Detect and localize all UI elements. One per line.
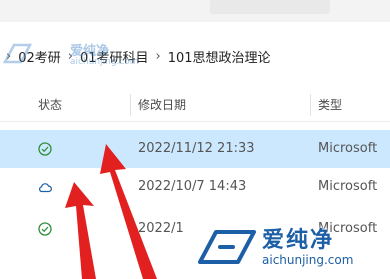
file-type: Microsoft [318,179,378,194]
file-row[interactable]: 2022/11/12 21:33 Microsoft [0,130,390,168]
column-header-modified[interactable]: 修改日期 [138,88,186,122]
modified-date: 2022/11/12 21:33 [138,141,255,156]
cloud-icon [37,179,53,195]
sync-check-icon [37,141,53,157]
breadcrumb-separator: › [6,48,12,64]
file-row[interactable]: 2022/10/7 14:43 Microsoft [0,168,390,206]
file-type: Microsoft [318,221,378,236]
column-header-row: 状态 修改日期 类型 [0,88,390,122]
sync-check-icon [37,221,53,237]
file-row[interactable]: 2022/1 Microsoft [0,210,390,248]
title-strip [0,0,390,22]
breadcrumb: › 02考研 › 01考研科目 › 101思想政治理论 [0,36,390,76]
breadcrumb-item-101[interactable]: 101思想政治理论 [168,47,271,66]
modified-date: 2022/10/7 14:43 [138,179,247,194]
column-header-status[interactable]: 状态 [38,88,62,122]
breadcrumb-separator: › [67,48,73,64]
column-divider[interactable] [130,94,131,116]
breadcrumb-item-02[interactable]: 02考研 [18,47,61,66]
tab-chip [210,0,330,14]
breadcrumb-separator: › [155,48,161,64]
watermark-url: aichunjing.com [262,253,354,267]
file-type: Microsoft [318,141,378,156]
column-header-type[interactable]: 类型 [318,88,342,122]
modified-date: 2022/1 [138,221,184,236]
column-divider[interactable] [310,94,311,116]
breadcrumb-item-01[interactable]: 01考研科目 [80,47,149,66]
